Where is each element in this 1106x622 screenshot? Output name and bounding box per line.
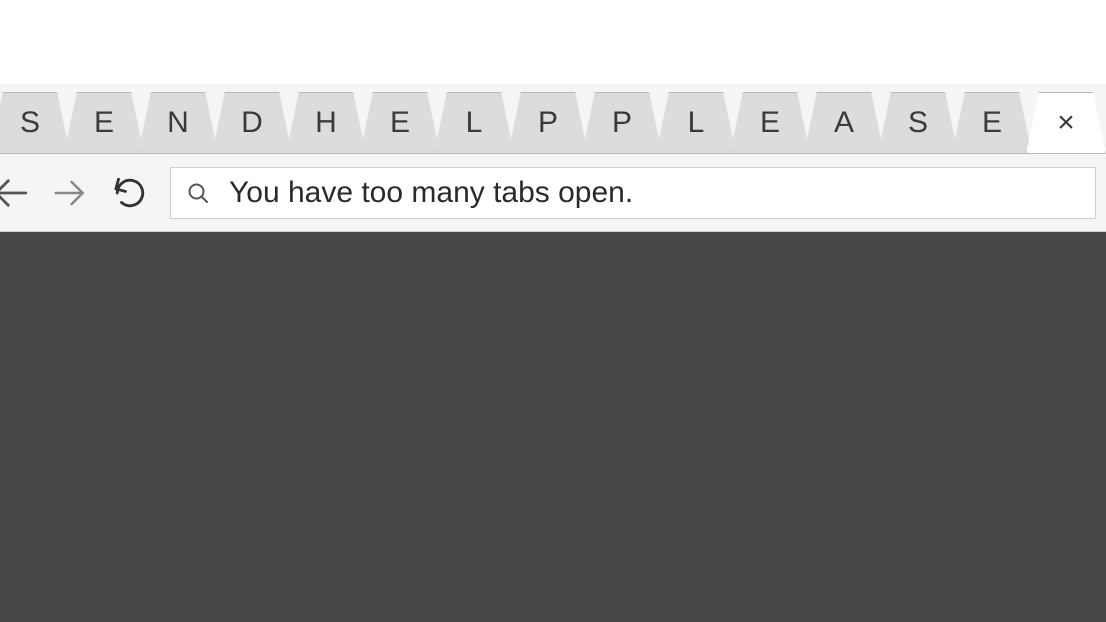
tab-label: S bbox=[20, 106, 40, 140]
toolbar: You have too many tabs open. bbox=[0, 154, 1106, 232]
tab[interactable]: E bbox=[64, 92, 144, 154]
tab[interactable]: S bbox=[0, 92, 70, 154]
tab-label: D bbox=[241, 106, 263, 140]
tab[interactable]: E bbox=[730, 92, 810, 154]
tab-label: E bbox=[390, 106, 410, 140]
reload-button[interactable] bbox=[100, 163, 160, 223]
tab[interactable]: H bbox=[286, 92, 366, 154]
tab-label: N bbox=[167, 106, 189, 140]
back-button[interactable] bbox=[0, 163, 40, 223]
tab[interactable]: N bbox=[138, 92, 218, 154]
tab-strip: S E N D H E L P P L E A S E × bbox=[0, 84, 1106, 154]
tab-close[interactable]: × bbox=[1026, 92, 1106, 154]
tab[interactable]: A bbox=[804, 92, 884, 154]
reload-icon bbox=[113, 176, 147, 210]
tab-label: P bbox=[538, 106, 558, 140]
address-bar[interactable]: You have too many tabs open. bbox=[170, 167, 1096, 219]
tab[interactable]: P bbox=[582, 92, 662, 154]
tab[interactable]: D bbox=[212, 92, 292, 154]
tab-label: A bbox=[834, 106, 854, 140]
tab[interactable]: S bbox=[878, 92, 958, 154]
tab-label: E bbox=[94, 106, 114, 140]
tab-label: S bbox=[908, 106, 928, 140]
arrow-right-icon bbox=[51, 174, 89, 212]
tab[interactable]: L bbox=[434, 92, 514, 154]
arrow-left-icon bbox=[0, 172, 31, 214]
tab[interactable]: P bbox=[508, 92, 588, 154]
tab-label: L bbox=[466, 106, 483, 140]
tab-label: H bbox=[315, 106, 337, 140]
tab-label: P bbox=[612, 106, 632, 140]
tab[interactable]: L bbox=[656, 92, 736, 154]
tab[interactable]: E bbox=[360, 92, 440, 154]
tab-label: E bbox=[760, 106, 780, 140]
search-icon bbox=[185, 180, 211, 206]
address-text[interactable]: You have too many tabs open. bbox=[229, 176, 1081, 210]
forward-button[interactable] bbox=[40, 163, 100, 223]
top-whitespace bbox=[0, 0, 1106, 84]
tab-label: L bbox=[688, 106, 705, 140]
page-content bbox=[0, 232, 1106, 622]
tab[interactable]: E bbox=[952, 92, 1032, 154]
close-icon: × bbox=[1057, 106, 1075, 140]
tab-label: E bbox=[982, 106, 1002, 140]
